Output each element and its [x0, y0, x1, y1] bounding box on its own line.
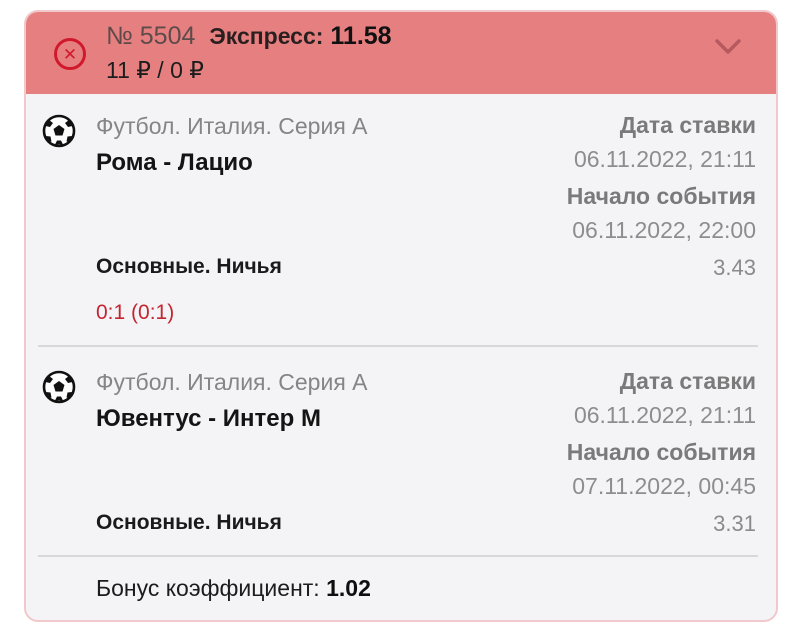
event-item: Футбол. Италия. Серия А Рома - Лацио Дат…: [26, 94, 776, 348]
event-odds: 3.31: [713, 511, 756, 536]
teams: Рома - Лацио: [96, 149, 253, 176]
bet-date-label: Дата ставки: [619, 368, 756, 394]
x-circle-icon: ✕: [54, 38, 86, 70]
market: Основные. Ничья: [96, 255, 282, 278]
score: 0:1 (0:1): [96, 301, 175, 324]
bet-date: 06.11.2022, 21:11: [573, 402, 756, 428]
bonus-coefficient: Бонус коэффициент: 1.02: [96, 575, 371, 602]
bet-type: Экспресс:: [209, 23, 324, 49]
bonus-value: 1.02: [326, 575, 371, 601]
event-start-label: Начало события: [566, 439, 756, 465]
league-name: Футбол. Италия. Серия А: [96, 369, 368, 395]
bet-number: № 5504: [106, 22, 196, 50]
bet-card: ✕ № 5504 Экспресс: 11.58 11 ₽ / 0 ₽ Футбо…: [24, 10, 778, 622]
teams: Ювентус - Интер М: [96, 405, 321, 432]
event-start-label: Начало события: [566, 183, 756, 209]
chevron-down-icon[interactable]: [714, 38, 742, 56]
soccer-ball-icon: [42, 114, 76, 148]
total-odds: 11.58: [330, 22, 392, 50]
event-item: Футбол. Италия. Серия А Ювентус - Интер …: [26, 350, 776, 550]
market: Основные. Ничья: [96, 511, 282, 534]
soccer-ball-icon: [42, 370, 76, 404]
bet-summary-line: № 5504 Экспресс: 11.58: [106, 22, 392, 51]
bet-date-label: Дата ставки: [619, 112, 756, 138]
bonus-label: Бонус коэффициент:: [96, 575, 320, 601]
divider: [38, 555, 758, 557]
divider: [38, 345, 758, 347]
event-dates: Дата ставки 06.11.2022, 21:11 Начало соб…: [567, 112, 756, 244]
stake-payout: 11 ₽ / 0 ₽: [106, 57, 204, 83]
event-odds: 3.43: [713, 255, 756, 280]
event-start: 06.11.2022, 22:00: [572, 217, 756, 243]
bet-header[interactable]: ✕ № 5504 Экспресс: 11.58 11 ₽ / 0 ₽: [26, 12, 776, 94]
event-start: 07.11.2022, 00:45: [572, 473, 756, 499]
league-name: Футбол. Италия. Серия А: [96, 113, 368, 139]
bet-date: 06.11.2022, 21:11: [573, 146, 756, 172]
event-dates: Дата ставки 06.11.2022, 21:11 Начало соб…: [567, 368, 756, 500]
